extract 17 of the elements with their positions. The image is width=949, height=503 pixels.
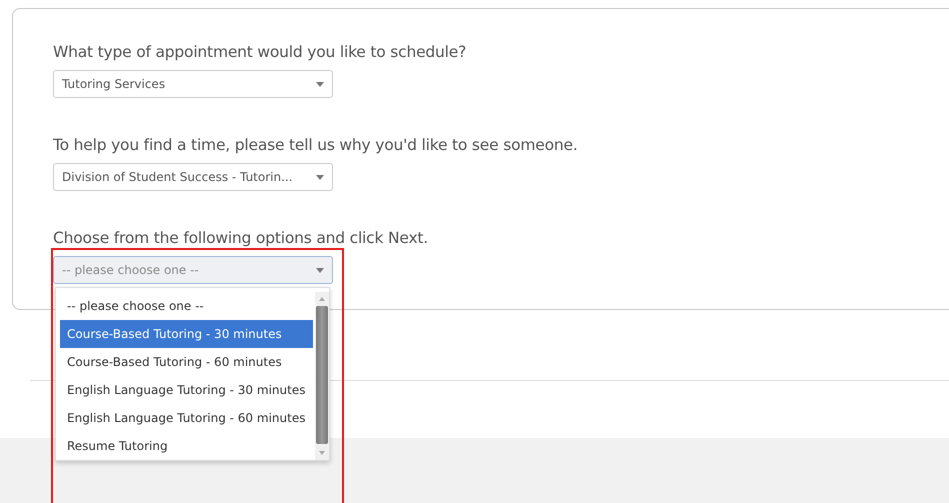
dropdown-option[interactable]: -- please choose one -- [60,292,313,320]
dropdown-option[interactable]: English Language Tutoring - 60 minutes [60,404,313,432]
caret-icon [316,268,324,272]
dropdown-option[interactable]: Course-Based Tutoring - 30 minutes [60,320,313,348]
dropdown-option[interactable]: Resume Tutoring [60,432,313,460]
scroll-down-icon[interactable] [319,450,325,456]
caret-icon [316,174,324,180]
dropdown-option[interactable]: English Language Tutoring - 30 minutes [60,376,313,404]
caret-icon [316,82,324,86]
dropdown-select[interactable]: Tutoring Services [53,70,333,98]
scrollbar[interactable] [315,292,329,460]
scroll-up-icon[interactable] [319,296,325,302]
question-label: What type of appointment would you like to schedule? [53,43,468,61]
question-label: To help you find a time, please tell us why you'd like to see someone. [53,136,579,154]
dropdown-select[interactable]: Division of Student Success - Tutorin... [53,163,333,191]
dropdown-option[interactable]: Course-Based Tutoring - 60 minutes [60,348,313,376]
question-label: Choose from the following options and click Next. [53,229,430,247]
